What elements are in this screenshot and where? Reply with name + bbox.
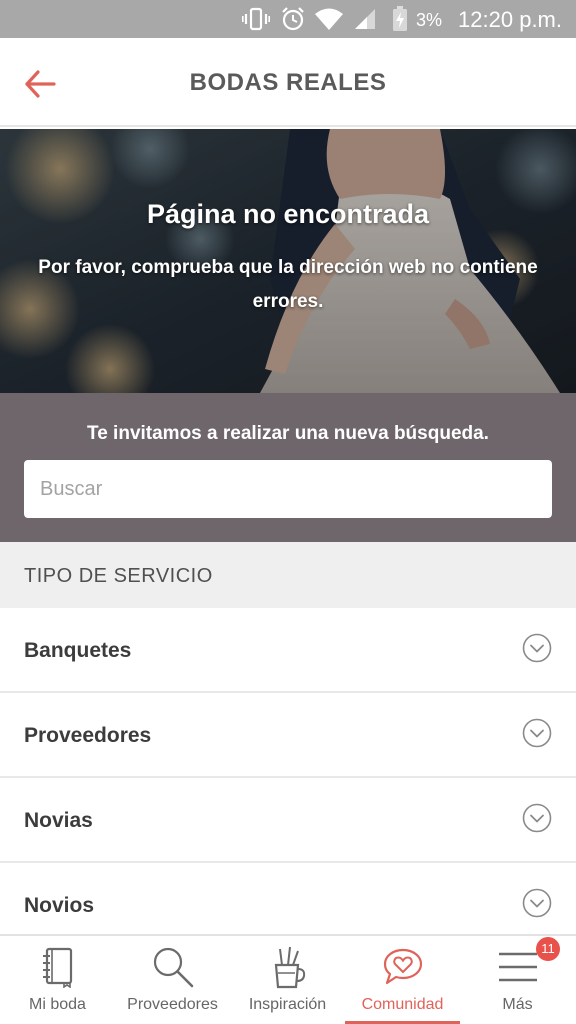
pencil-cup-icon [230,944,345,990]
battery-charging-icon [388,0,412,38]
nav-label: Comunidad [361,996,444,1013]
chevron-down-icon [522,633,552,663]
nav-tab-proveedores[interactable]: Proveedores [115,936,230,1024]
service-type-list: Banquetes Proveedores Novias Novios [0,608,576,948]
search-input[interactable] [24,460,552,518]
section-title: TIPO DE SERVICIO [24,565,213,587]
service-item-label: Banquetes [24,639,132,662]
wifi-icon [312,0,346,38]
signal-icon [352,0,378,38]
chevron-down-icon [522,803,552,833]
nav-tab-mi-boda[interactable]: Mi boda [0,936,115,1024]
search-panel: Te invitamos a realizar una nueva búsque… [0,393,576,542]
search-prompt: Te invitamos a realizar una nueva búsque… [87,423,489,444]
nav-label: Mi boda [29,996,86,1013]
service-item-label: Novias [24,809,93,832]
status-bar: 3% 12:20 p.m. [0,0,576,38]
error-hero-banner: Página no encontrada Por favor, comprueb… [0,129,576,393]
alarm-icon [278,0,308,38]
error-title: Página no encontrada [146,199,430,229]
notebook-icon [0,944,115,990]
chevron-down-icon [522,888,552,918]
service-item-proveedores[interactable]: Proveedores [0,693,576,778]
nav-tab-inspiracion[interactable]: Inspiración [230,936,345,1024]
nav-label: Proveedores [127,996,218,1013]
nav-label: Más [502,996,533,1013]
heart-chat-icon [345,944,460,990]
service-item-novias[interactable]: Novias [0,778,576,863]
nav-label: Inspiración [248,996,327,1013]
battery-percent: 3% [416,10,443,30]
error-message: Por favor, comprueba que la dirección we… [38,257,538,312]
notification-badge: 11 [536,937,560,961]
vibrate-icon [240,0,272,38]
bottom-navigation: Mi boda Proveedores Inspiración Comunida… [0,934,576,1024]
service-item-banquetes[interactable]: Banquetes [0,608,576,693]
status-clock: 12:20 p.m. [458,7,562,32]
app-bar: BODAS REALES [0,38,576,127]
service-type-header: TIPO DE SERVICIO [0,542,576,608]
page-title: BODAS REALES [189,69,387,96]
service-item-label: Proveedores [24,724,152,747]
nav-tab-comunidad[interactable]: Comunidad [345,936,460,1024]
search-icon [115,944,230,990]
chevron-down-icon [522,718,552,748]
